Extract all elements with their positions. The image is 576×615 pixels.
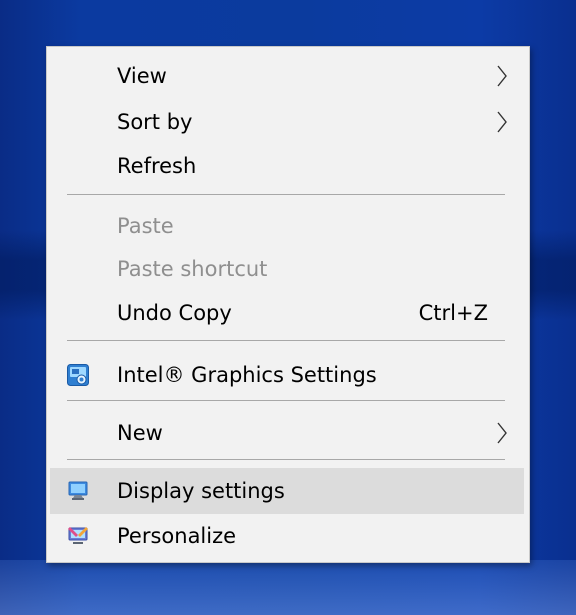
menu-item-refresh[interactable]: Refresh	[50, 143, 524, 189]
menu-item-label: Paste	[117, 214, 174, 238]
menu-item-view[interactable]: View	[50, 53, 524, 99]
menu-item-paste-shortcut: Paste shortcut	[50, 246, 524, 292]
menu-item-label: Personalize	[117, 524, 237, 548]
menu-item-label: Paste shortcut	[117, 257, 268, 281]
display-icon	[68, 481, 88, 500]
keyboard-shortcut: Ctrl+Z	[418, 301, 488, 325]
menu-item-intel-graphics-settings[interactable]: Intel® Graphics Settings	[50, 352, 524, 398]
menu-item-label: New	[117, 421, 163, 445]
menu-separator	[67, 194, 505, 195]
menu-separator	[67, 400, 505, 401]
menu-separator	[67, 340, 505, 341]
menu-item-label: Refresh	[117, 154, 197, 178]
menu-separator	[67, 459, 505, 460]
menu-item-label: Display settings	[117, 479, 285, 503]
menu-item-label: View	[117, 64, 167, 88]
menu-item-label: Intel® Graphics Settings	[117, 363, 377, 387]
chevron-right-icon	[497, 422, 507, 444]
menu-item-label: Undo Copy	[117, 301, 232, 325]
chevron-right-icon	[497, 65, 507, 87]
menu-item-sort-by[interactable]: Sort by	[50, 99, 524, 145]
intel-graphics-icon	[67, 364, 89, 386]
menu-item-undo-copy[interactable]: Undo Copy Ctrl+Z	[50, 290, 524, 336]
menu-item-new[interactable]: New	[50, 410, 524, 456]
menu-item-paste: Paste	[50, 203, 524, 249]
chevron-right-icon	[497, 111, 507, 133]
menu-item-label: Sort by	[117, 110, 193, 134]
menu-item-personalize[interactable]: Personalize	[50, 513, 524, 559]
desktop-context-menu: View Sort by Refresh Paste Paste shortcu…	[46, 46, 530, 563]
menu-item-display-settings[interactable]: Display settings	[50, 468, 524, 514]
personalize-icon	[68, 527, 88, 544]
